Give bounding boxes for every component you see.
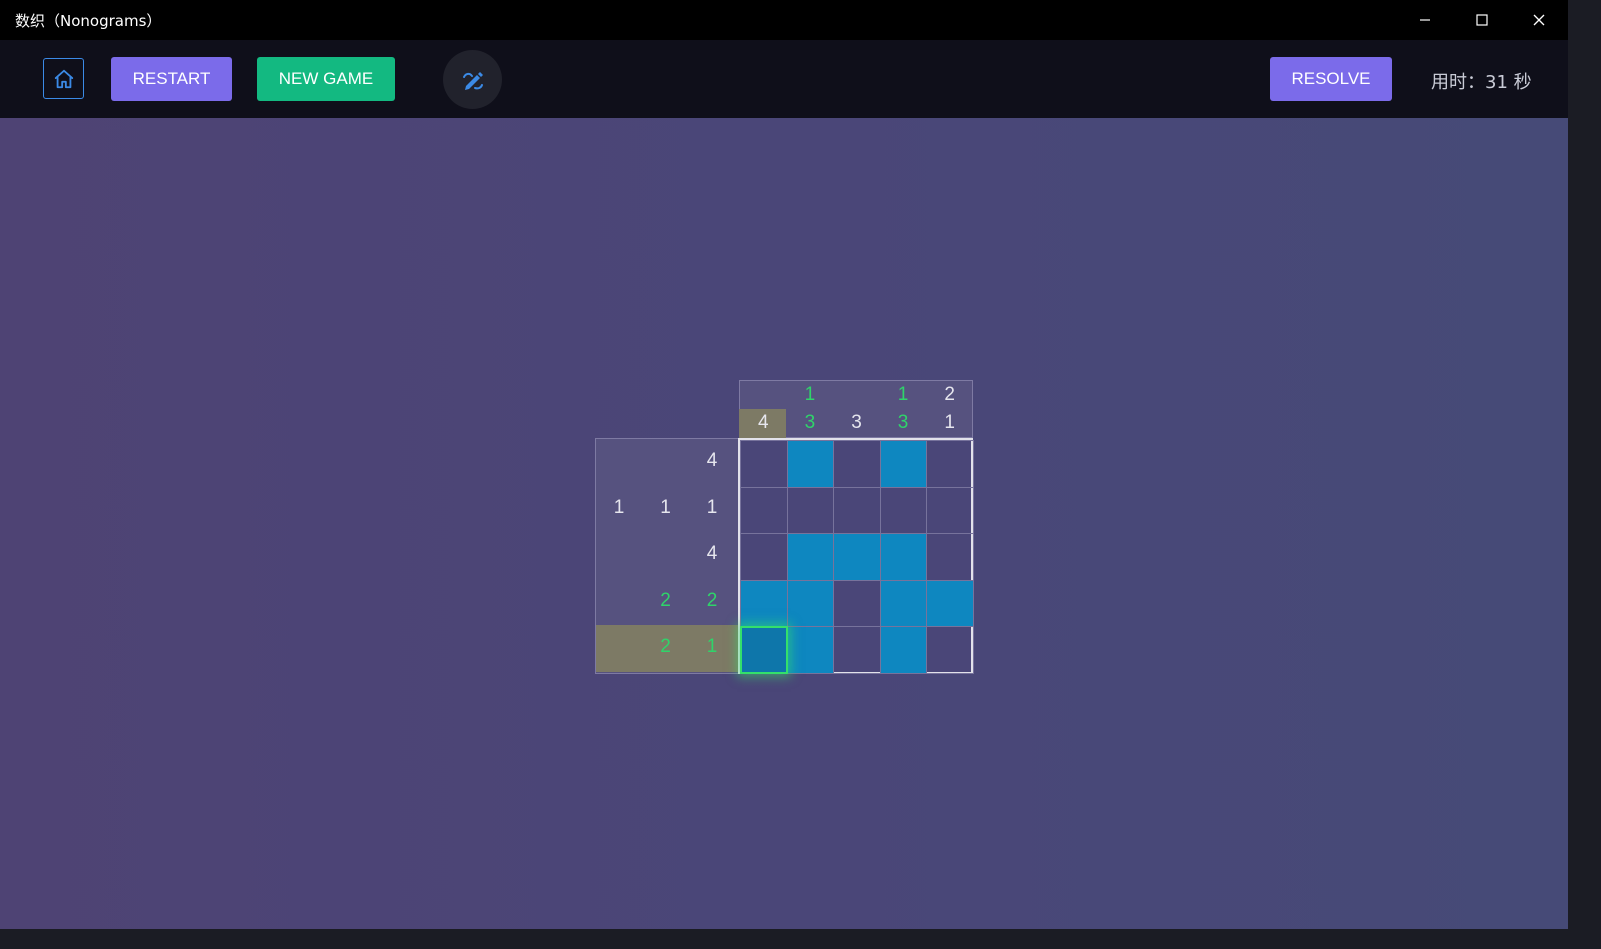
grid-cell[interactable] [786, 579, 835, 628]
row-hint-number: 2 [706, 589, 718, 611]
row-hint-number: 4 [706, 543, 718, 565]
grid-cell[interactable] [926, 533, 974, 581]
grid-cell[interactable] [740, 579, 788, 628]
column-hint-number: 1 [944, 412, 955, 433]
grid-cell[interactable] [926, 440, 974, 488]
row-hint-number: 1 [613, 496, 625, 518]
grid-cell[interactable] [740, 626, 788, 674]
minimize-icon [1420, 19, 1430, 21]
column-hint-number: 3 [851, 412, 862, 433]
grid-cell[interactable] [926, 579, 974, 628]
minimize-button[interactable] [1397, 0, 1453, 40]
new-game-button[interactable]: NEW GAME [257, 57, 395, 101]
resolve-button[interactable]: RESOLVE [1270, 57, 1392, 101]
column-hint-number: 3 [804, 412, 816, 433]
grid-cell[interactable] [879, 533, 928, 581]
grid-cell[interactable] [926, 486, 974, 535]
grid-cell[interactable] [786, 486, 835, 535]
grid-cell[interactable] [740, 440, 788, 488]
title-bar: 数织（Nonograms） [0, 0, 1568, 40]
row-hint-number: 2 [660, 589, 671, 611]
row-hint-number: 2 [660, 636, 671, 658]
grid-cell[interactable] [879, 579, 928, 628]
restart-button[interactable]: RESTART [111, 57, 232, 101]
close-icon [1533, 14, 1545, 26]
maximize-button[interactable] [1454, 0, 1510, 40]
home-icon [54, 69, 73, 88]
column-hint-number: 2 [944, 384, 955, 405]
elapsed-timer: 用时：31 秒 [1431, 68, 1532, 94]
grid-cell[interactable] [833, 440, 881, 488]
timer-value: 31 [1485, 72, 1508, 93]
grid-cell[interactable] [833, 486, 881, 535]
grid-cell[interactable] [740, 486, 788, 535]
grid-cell[interactable] [833, 533, 881, 581]
edit-mode-button[interactable] [443, 50, 502, 109]
column-hint-number: 4 [758, 412, 769, 433]
grid-cell[interactable] [786, 626, 835, 674]
puzzle-grid [738, 438, 974, 674]
pencil-edit-icon [462, 71, 483, 90]
column-hint-number: 3 [897, 412, 909, 433]
grid-cell[interactable] [879, 486, 928, 535]
column-hint-number: 1 [897, 384, 909, 405]
row-hint-number: 1 [660, 496, 671, 518]
timer-unit: 秒 [1513, 72, 1532, 93]
toolbar: RESTART NEW GAME RESOLVE 用时：31 秒 [0, 40, 1568, 118]
grid-cell[interactable] [786, 440, 835, 488]
window-title: 数织（Nonograms） [15, 12, 162, 30]
maximize-icon [1476, 14, 1488, 26]
row-hint-number: 4 [706, 450, 718, 471]
grid-cell[interactable] [879, 626, 928, 674]
grid-cell[interactable] [833, 579, 881, 628]
row-hint-number: 1 [706, 636, 718, 658]
home-button[interactable] [43, 58, 84, 99]
column-hint-number: 1 [804, 384, 816, 405]
grid-cell[interactable] [833, 626, 881, 674]
row-hint-number: 1 [706, 496, 718, 518]
close-button[interactable] [1511, 0, 1567, 40]
grid-cell[interactable] [786, 533, 835, 581]
grid-cell[interactable] [879, 440, 928, 488]
grid-cell[interactable] [740, 533, 788, 581]
timer-label: 用时： [1431, 72, 1485, 93]
grid-cell[interactable] [926, 626, 974, 674]
